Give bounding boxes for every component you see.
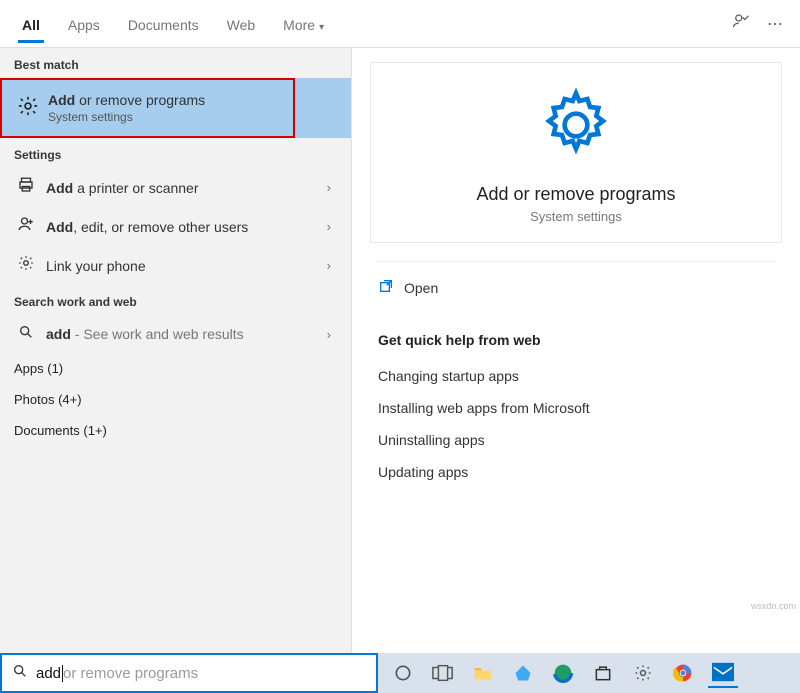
help-header: Get quick help from web [378,332,774,348]
file-explorer-icon[interactable] [468,658,498,688]
chevron-down-icon: ▾ [319,22,324,33]
results-panel: Best match Add or remove programs System… [0,48,352,653]
search-ghost-text: or remove programs [63,665,198,682]
help-link[interactable]: Updating apps [378,456,774,488]
chevron-right-icon: › [321,258,337,273]
feedback-icon[interactable] [724,12,758,35]
taskbar [378,653,800,693]
chevron-right-icon: › [321,180,337,195]
preview-card: Add or remove programs System settings [370,62,782,243]
gear-icon [14,254,38,277]
tab-more[interactable]: More ▾ [269,5,338,43]
help-link[interactable]: Changing startup apps [378,360,774,392]
preview-panel: Add or remove programs System settings O… [352,48,800,653]
section-search-web: Search work and web [0,285,351,315]
search-tabs: All Apps Documents Web More ▾ ⋯ [0,0,800,48]
best-match-subtitle: System settings [40,110,279,124]
printer-icon [14,176,38,199]
tab-more-label: More [283,17,315,33]
open-icon [378,278,394,298]
more-options-icon[interactable]: ⋯ [758,14,792,34]
web-search-item[interactable]: add - See work and web results › [0,315,351,353]
preview-title: Add or remove programs [381,184,771,205]
app-icon[interactable] [508,658,538,688]
best-match-title: Add or remove programs [40,92,279,108]
user-icon [14,215,38,238]
help-link[interactable]: Uninstalling apps [378,424,774,456]
group-documents[interactable]: Documents (1+) [0,415,351,446]
search-input[interactable]: add or remove programs [0,653,378,693]
group-photos[interactable]: Photos (4+) [0,384,351,415]
web-search-label: add - See work and web results [38,326,321,342]
settings-item-label: Link your phone [38,258,321,274]
store-icon[interactable] [588,658,618,688]
gear-icon [536,85,616,165]
chevron-right-icon: › [321,219,337,234]
edge-icon[interactable] [548,658,578,688]
search-icon [14,324,38,345]
settings-item-users[interactable]: Add, edit, or remove other users › [0,207,351,246]
group-apps[interactable]: Apps (1) [0,353,351,384]
open-label: Open [404,280,438,296]
task-view-icon[interactable] [428,658,458,688]
section-best-match: Best match [0,48,351,78]
tab-documents[interactable]: Documents [114,5,213,43]
settings-item-label: Add a printer or scanner [38,180,321,196]
help-link[interactable]: Installing web apps from Microsoft [378,392,774,424]
settings-item-printer[interactable]: Add a printer or scanner › [0,168,351,207]
settings-item-phone[interactable]: Link your phone › [0,246,351,285]
tab-web[interactable]: Web [213,5,270,43]
search-typed-text: add [36,665,63,682]
settings-item-label: Add, edit, or remove other users [38,219,321,235]
tab-apps[interactable]: Apps [54,5,114,43]
tab-all[interactable]: All [8,5,54,43]
chevron-right-icon: › [321,327,337,342]
gear-icon [16,95,40,122]
preview-subtitle: System settings [381,209,771,224]
best-match-row[interactable]: Add or remove programs System settings [0,78,351,138]
settings-icon[interactable] [628,658,658,688]
section-settings: Settings [0,138,351,168]
open-action[interactable]: Open [378,261,774,298]
mail-icon[interactable] [708,658,738,688]
cortana-icon[interactable] [388,658,418,688]
search-icon [12,663,28,683]
chrome-icon[interactable] [668,658,698,688]
watermark: wsxdn.com [751,601,796,611]
